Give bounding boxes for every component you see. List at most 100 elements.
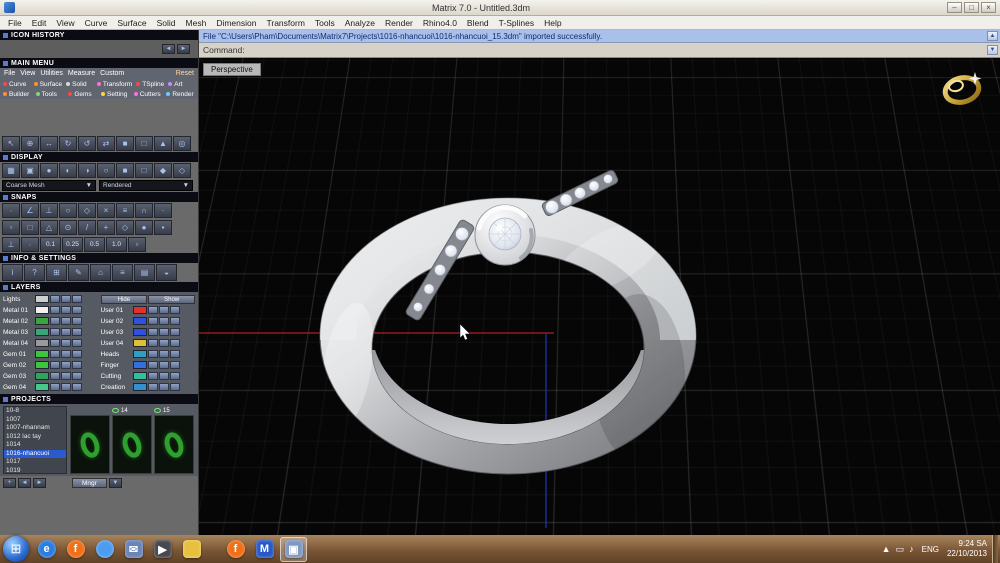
layer-row[interactable]: Heads [101, 349, 196, 359]
layer-color-swatch[interactable] [133, 361, 147, 369]
display-toolbar-icon[interactable]: ◐ [59, 163, 77, 178]
layer-toggle[interactable] [159, 372, 169, 380]
layer-toggle[interactable] [170, 383, 180, 391]
layer-color-swatch[interactable] [133, 306, 147, 314]
layer-toggle[interactable] [72, 328, 82, 336]
layer-row[interactable]: Lights [3, 294, 98, 304]
project-item[interactable]: 10-8 [4, 407, 66, 416]
layer-toggle[interactable] [72, 383, 82, 391]
projects-header[interactable]: PROJECTS [0, 394, 198, 404]
manager-button[interactable]: Mngr [72, 478, 107, 488]
snap-value-button[interactable]: 0.25 [62, 237, 83, 252]
layer-color-swatch[interactable] [35, 306, 49, 314]
expand-projects-button[interactable]: ▼ [109, 478, 122, 488]
snap-icon[interactable]: ● [135, 220, 153, 235]
shade-mode-dropdown[interactable]: Rendered ▼ [99, 180, 193, 191]
icon-history-header[interactable]: ICON HISTORY [0, 30, 198, 40]
mainmenu-tab-utilities[interactable]: Utilities [40, 70, 63, 77]
display-toolbar-icon[interactable]: ■ [116, 163, 134, 178]
info-icon[interactable]: ◒ [156, 264, 177, 281]
layer-toggle[interactable] [72, 295, 82, 303]
mainmenu-item-solid[interactable]: Solid [64, 79, 95, 89]
layer-toggle[interactable] [50, 328, 60, 336]
layers-header[interactable]: LAYERS [0, 282, 198, 292]
layer-toggle[interactable] [159, 306, 169, 314]
prev-project-button[interactable]: ◄ [18, 478, 31, 488]
menu-view[interactable]: View [51, 18, 79, 28]
project-list[interactable]: 10-8 1007 1007-nhannam 1012 lac tay 1014… [3, 406, 67, 474]
mainmenu-reset-button[interactable]: Reset [176, 70, 194, 77]
command-history-line[interactable]: File "C:\Users\Pham\Documents\Matrix7\Pr… [199, 30, 1000, 43]
taskbar-app-internet-explorer[interactable]: e [33, 537, 60, 562]
add-project-button[interactable]: + [3, 478, 16, 488]
snap-icon[interactable]: ▫ [2, 220, 20, 235]
layer-row[interactable]: User 04 [101, 338, 196, 348]
taskbar-app-matrix-window[interactable]: ▣ [280, 537, 307, 562]
layer-toggle[interactable] [72, 317, 82, 325]
layer-toggle[interactable] [148, 361, 158, 369]
snap-icon[interactable]: ∩ [135, 203, 153, 218]
layer-row[interactable]: Metal 02 [3, 316, 98, 326]
taskbar-app-media-player[interactable]: ▶ [149, 537, 176, 562]
layer-color-swatch[interactable] [35, 339, 49, 347]
mainmenu-item-surface[interactable]: Surface [32, 79, 64, 89]
snap-icon[interactable]: × [97, 203, 115, 218]
menu-analyze[interactable]: Analyze [340, 18, 380, 28]
info-settings-header[interactable]: INFO & SETTINGS [0, 253, 198, 263]
layer-color-swatch[interactable] [35, 328, 49, 336]
mainmenu-tab-view[interactable]: View [20, 70, 35, 77]
tray-expand-icon[interactable]: ▲ [882, 544, 891, 554]
layer-row[interactable]: Metal 01 [3, 305, 98, 315]
layer-color-swatch[interactable] [133, 328, 147, 336]
layer-color-swatch[interactable] [35, 350, 49, 358]
layer-toggle[interactable] [61, 317, 71, 325]
layer-toggle[interactable] [61, 372, 71, 380]
close-button[interactable]: × [981, 2, 996, 13]
scroll-up-icon[interactable]: ▲ [987, 31, 998, 41]
menu-tools[interactable]: Tools [310, 18, 340, 28]
history-back-button[interactable]: ◄ [162, 44, 175, 54]
layer-toggle[interactable] [72, 306, 82, 314]
display-toolbar-icon[interactable]: ○ [97, 163, 115, 178]
layer-row[interactable]: Metal 04 [3, 338, 98, 348]
layer-toggle[interactable] [50, 317, 60, 325]
layer-toggle[interactable] [72, 372, 82, 380]
layer-color-swatch[interactable] [133, 383, 147, 391]
layer-row[interactable]: Cutting [101, 371, 196, 381]
command-input-line[interactable]: Command: ▼ [199, 43, 1000, 58]
mainmenu-item-gems[interactable]: Gems [66, 89, 99, 99]
mainmenu-item-builder[interactable]: Builder [1, 89, 34, 99]
history-forward-button[interactable]: ► [177, 44, 190, 54]
snap-icon[interactable]: ○ [59, 203, 77, 218]
layer-color-swatch[interactable] [133, 317, 147, 325]
snap-icon[interactable]: □ [21, 220, 39, 235]
layer-toggle[interactable] [159, 361, 169, 369]
taskbar-app-mail[interactable]: ✉ [120, 537, 147, 562]
project-item[interactable]: 1007-nhannam [4, 424, 66, 433]
layer-toggle[interactable] [50, 306, 60, 314]
layer-toggle[interactable] [61, 295, 71, 303]
tray-sound-icon[interactable]: ♪ [909, 544, 914, 554]
transform-toolbar-icon[interactable]: ■ [116, 136, 134, 151]
layer-toggle[interactable] [61, 383, 71, 391]
layer-toggle[interactable] [159, 383, 169, 391]
snap-icon[interactable]: / [78, 220, 96, 235]
transform-toolbar-icon[interactable]: ↔ [40, 136, 58, 151]
snap-icon[interactable]: ⊙ [59, 220, 77, 235]
layer-toggle[interactable] [50, 339, 60, 347]
layer-row[interactable]: Creation [101, 382, 196, 392]
mainmenu-item-curve[interactable]: Curve [1, 79, 32, 89]
viewport-3d[interactable]: Perspective [199, 58, 1000, 535]
project-item[interactable]: 1019 [4, 467, 66, 475]
snap-value-button[interactable]: 1.0 [106, 237, 127, 252]
snap-icon[interactable]: ∙ [21, 237, 39, 252]
taskbar-app-firefox-2[interactable]: f [222, 537, 249, 562]
layer-color-swatch[interactable] [35, 361, 49, 369]
layer-toggle[interactable] [50, 350, 60, 358]
layer-toggle[interactable] [170, 350, 180, 358]
info-icon[interactable]: ✎ [68, 264, 89, 281]
language-indicator[interactable]: ENG [919, 544, 942, 555]
project-thumbnail[interactable] [70, 406, 110, 474]
info-icon[interactable]: ≡ [112, 264, 133, 281]
layer-toggle[interactable] [170, 361, 180, 369]
